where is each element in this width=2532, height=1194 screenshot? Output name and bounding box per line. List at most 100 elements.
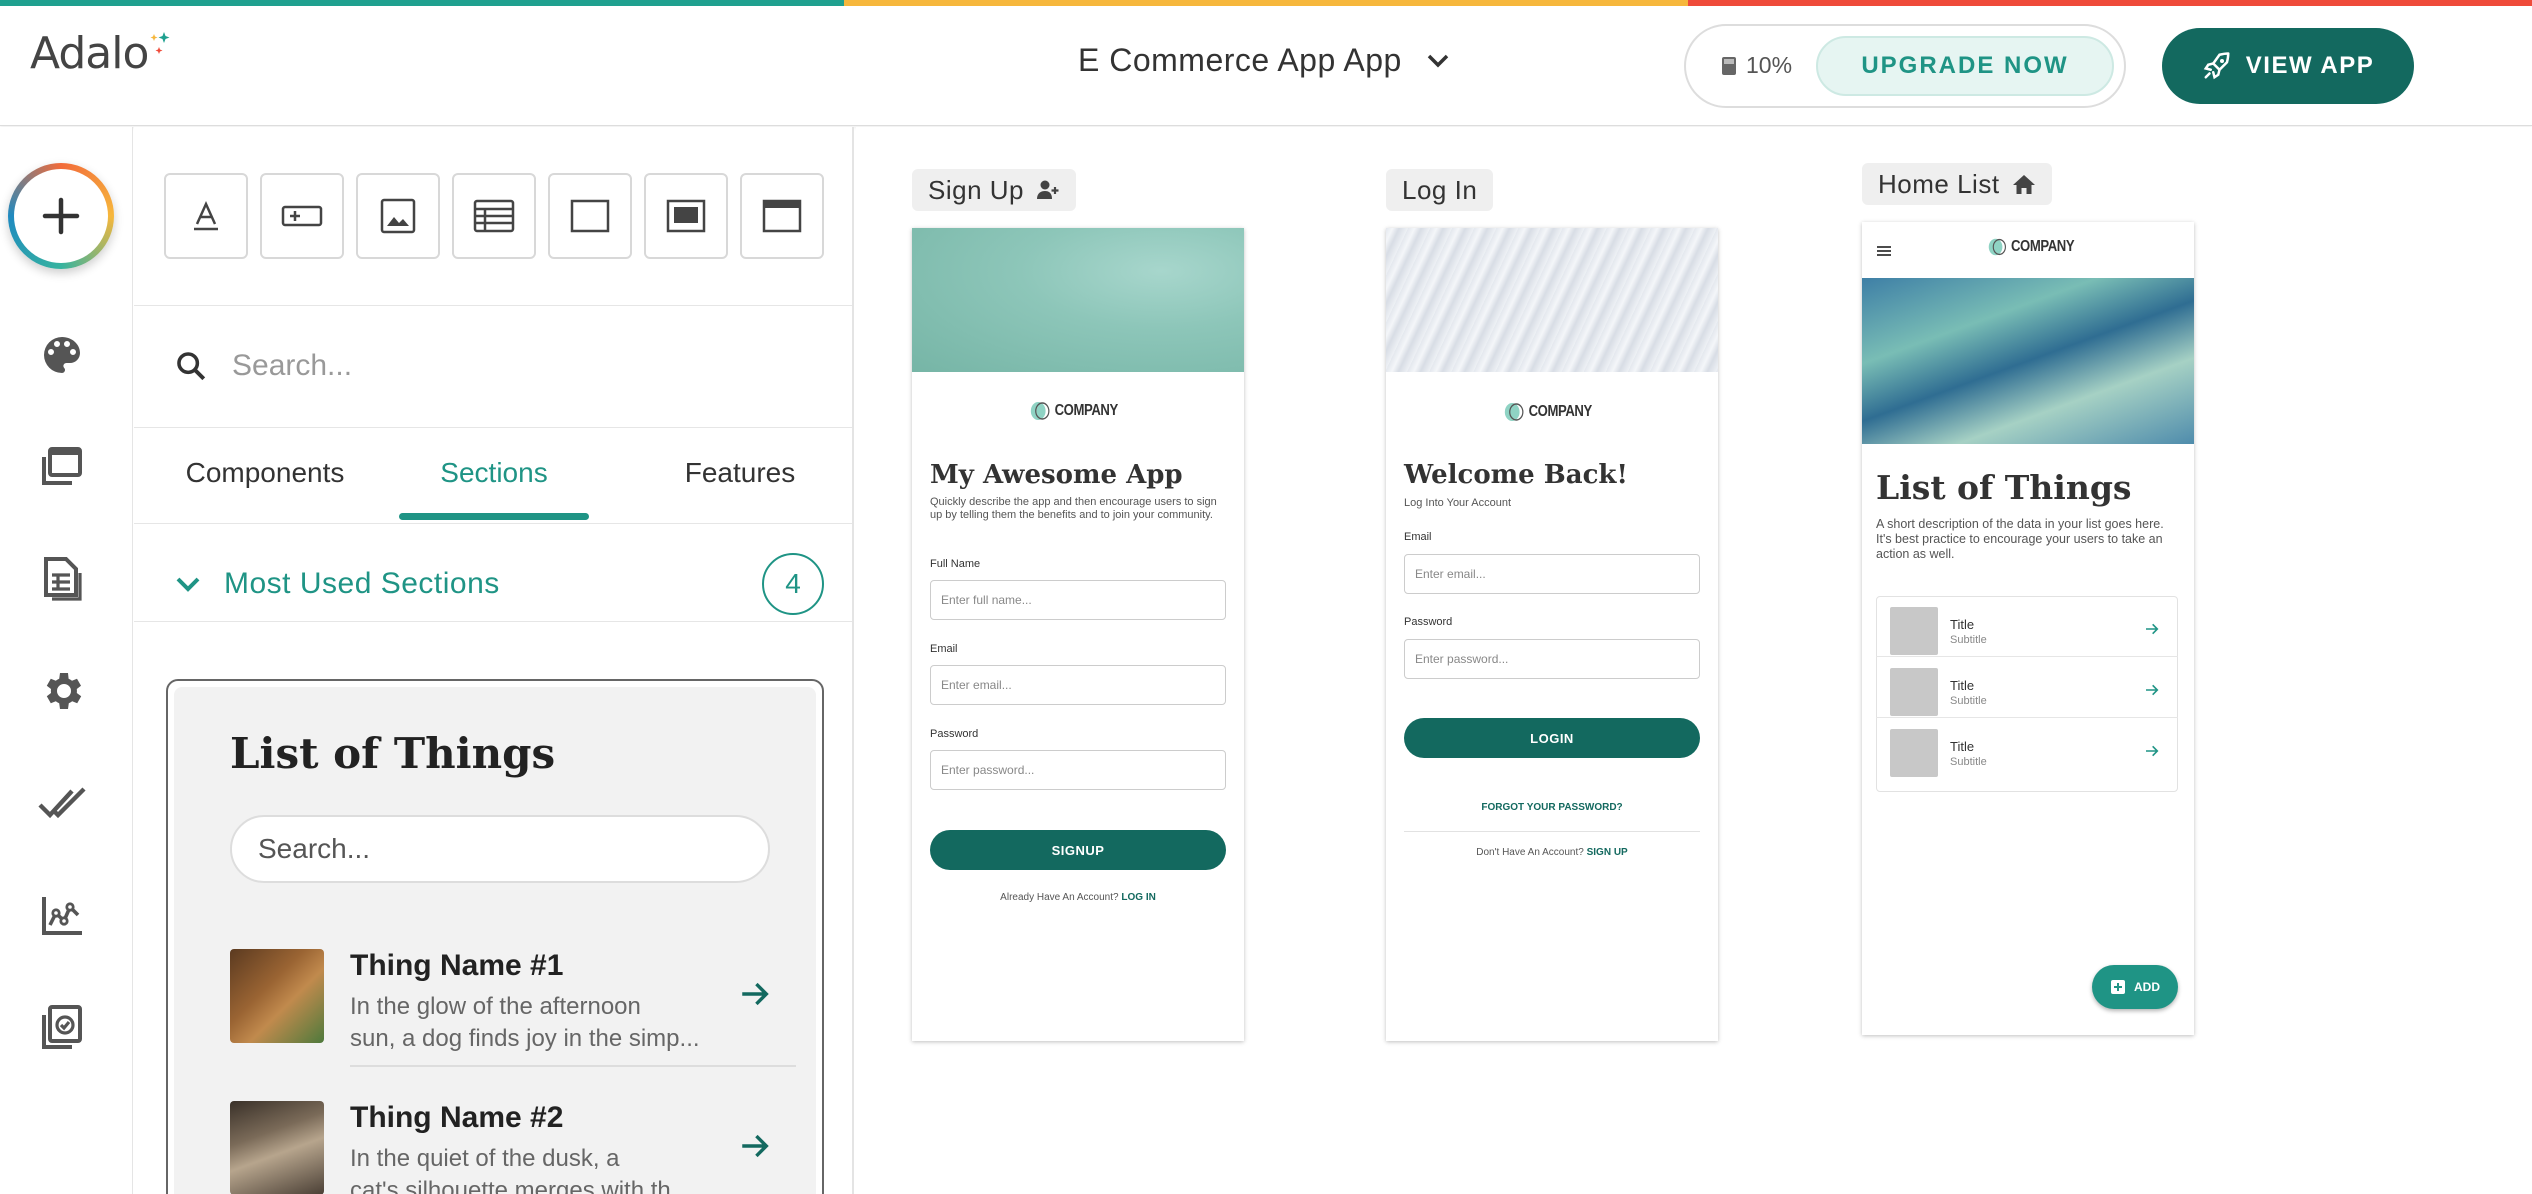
section-count-badge: 4: [762, 553, 824, 615]
divider: [134, 427, 852, 428]
screen-login[interactable]: COMPANY Welcome Back! Log Into Your Acco…: [1386, 228, 1718, 1041]
screen-heading: List of Things: [1876, 468, 2132, 507]
brand-stripe: [0, 0, 2532, 6]
screen-heading: My Awesome App: [930, 460, 1183, 490]
arrow-right-icon: [742, 982, 769, 1006]
hero-image: [1862, 278, 2194, 444]
arrow-right-icon: [2146, 684, 2159, 696]
item-description: In the glow of the afternoon sun, a dog f…: [350, 993, 700, 1052]
chevron-down-icon: [176, 577, 200, 592]
screen-label-text: Home List: [1878, 168, 2000, 199]
screens-icon[interactable]: [38, 443, 86, 491]
image-icon: [380, 198, 416, 234]
credits-pill: 10% UPGRADE NOW: [1684, 24, 2126, 108]
company-logo: COMPANY: [1030, 398, 1118, 424]
item-title: Title: [1950, 739, 1975, 754]
field-label: Password: [1404, 616, 1453, 628]
window-tool[interactable]: [740, 173, 824, 259]
credit-percent: 10%: [1746, 52, 1793, 78]
component-toolbar: [164, 173, 824, 259]
hamburger-menu-icon[interactable]: [1876, 244, 1892, 258]
settings-icon[interactable]: [38, 667, 86, 715]
item-subtitle: Subtitle: [1950, 634, 1987, 646]
upgrade-now-button[interactable]: UPGRADE NOW: [1816, 36, 2114, 96]
email-field[interactable]: Enter email...: [1404, 554, 1700, 594]
forgot-password-link[interactable]: FORGOT YOUR PASSWORD?: [1386, 802, 1718, 813]
add-component-button[interactable]: [8, 163, 114, 269]
item-name: Thing Name #1: [350, 949, 564, 982]
rocket-icon: [2203, 52, 2230, 80]
top-bar: Adalo E Commerce App App 10% UPGRADE NOW…: [0, 0, 2532, 126]
view-app-label: VIEW APP: [2245, 52, 2375, 79]
tab-components[interactable]: Components: [180, 457, 350, 489]
form-field-tool[interactable]: [260, 173, 344, 259]
component-search[interactable]: [174, 349, 732, 383]
screen-signup[interactable]: COMPANY My Awesome App Quickly describe …: [912, 228, 1244, 1041]
adalo-logo[interactable]: Adalo: [30, 28, 172, 80]
arrow-right-icon: [742, 1134, 769, 1158]
database-icon[interactable]: [38, 555, 86, 603]
signup-link-row[interactable]: Don't Have An Account? SIGN UP: [1386, 847, 1718, 858]
login-button[interactable]: LOGIN: [1404, 718, 1700, 758]
item-subtitle: Subtitle: [1950, 756, 1987, 768]
divider: [1404, 831, 1700, 832]
company-logo-icon: [1504, 403, 1524, 421]
item-image: [1890, 607, 1938, 655]
rectangle-tool[interactable]: [548, 173, 632, 259]
rectangle-icon: [570, 199, 610, 233]
item-image: [1890, 729, 1938, 777]
analytics-icon[interactable]: [38, 891, 86, 939]
list-tool[interactable]: [452, 173, 536, 259]
list-item[interactable]: Title Subtitle: [1876, 658, 2178, 718]
screen-home-list[interactable]: COMPANY List of Things A short descripti…: [1862, 222, 2194, 1035]
list-item[interactable]: Title Subtitle: [1876, 597, 2178, 657]
form-field-icon: [281, 205, 323, 227]
login-link-row[interactable]: Already Have An Account? LOG IN: [912, 892, 1244, 903]
fullname-field[interactable]: Enter full name...: [930, 580, 1226, 620]
arrow-right-icon: [2146, 745, 2159, 757]
email-field[interactable]: Enter email...: [930, 665, 1226, 705]
add-box-icon: [2111, 980, 2125, 994]
person-add-icon: [1037, 180, 1059, 199]
tab-features[interactable]: Features: [650, 457, 830, 489]
dog-thumbnail: [230, 949, 324, 1043]
image-tool[interactable]: [356, 173, 440, 259]
search-input[interactable]: [232, 349, 732, 383]
section-preview-card[interactable]: List of Things Search... Thing Name #1 I…: [166, 679, 824, 1194]
add-icon: [42, 197, 80, 235]
screen-heading: Welcome Back!: [1404, 460, 1628, 490]
screen-subheading: Log Into Your Account: [1404, 497, 1512, 509]
divider: [134, 523, 852, 524]
list-item[interactable]: Title Subtitle: [1876, 719, 2178, 779]
company-logo-icon: [1030, 402, 1050, 420]
signup-button[interactable]: SIGNUP: [930, 830, 1226, 870]
screen-label-login[interactable]: Log In: [1386, 169, 1494, 211]
item-name: Thing Name #2: [350, 1101, 564, 1134]
app-switcher[interactable]: E Commerce App App: [1078, 42, 1450, 79]
text-icon: [194, 200, 218, 231]
text-tool[interactable]: [164, 173, 248, 259]
section-title: Most Used Sections: [224, 567, 500, 600]
company-logo: COMPANY: [1988, 235, 2075, 259]
view-app-button[interactable]: VIEW APP: [2162, 28, 2414, 104]
screen-description: A short description of the data in your …: [1876, 517, 2164, 561]
company-logo: COMPANY: [1504, 399, 1592, 425]
password-field[interactable]: Enter password...: [1404, 639, 1700, 679]
section-header-most-used[interactable]: Most Used Sections 4: [174, 539, 824, 629]
publish-icon[interactable]: [38, 1003, 86, 1051]
palette-icon[interactable]: [38, 331, 86, 379]
screen-label-home[interactable]: Home List: [1862, 163, 2052, 205]
field-label: Password: [930, 728, 979, 740]
add-fab-button[interactable]: ADD: [2092, 965, 2178, 1009]
screen-block-icon: [666, 199, 706, 233]
tab-sections[interactable]: Sections: [399, 457, 589, 489]
screens-canvas[interactable]: Sign Up COMPANY My Awesome App Quickly d…: [856, 127, 2532, 1194]
logo-text: Adalo: [30, 28, 149, 79]
password-field[interactable]: Enter password...: [930, 750, 1226, 790]
divider: [134, 621, 852, 622]
double-check-icon[interactable]: [38, 779, 86, 827]
screen-label-signup[interactable]: Sign Up: [912, 169, 1076, 211]
field-label: Email: [1404, 531, 1432, 543]
screen-block-tool[interactable]: [644, 173, 728, 259]
battery-icon: [1722, 56, 1736, 75]
